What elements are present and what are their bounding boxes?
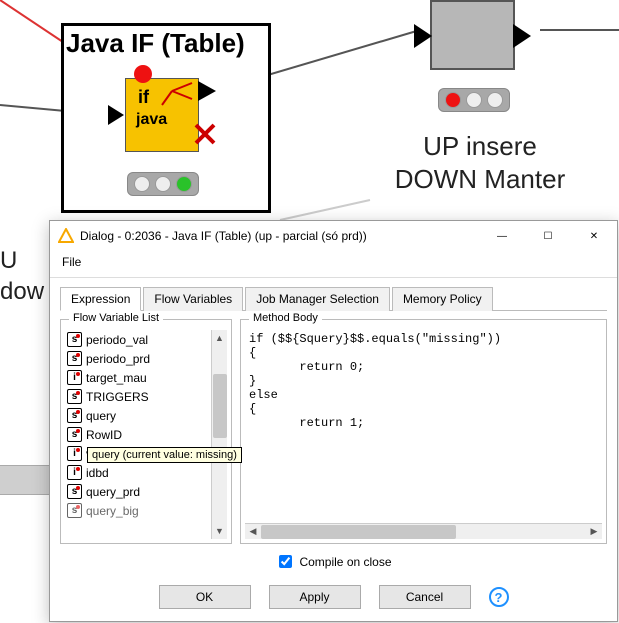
type-string-icon: s <box>67 408 82 423</box>
trunc-line2: dow <box>0 278 44 305</box>
dialog-menubar: File <box>50 251 617 277</box>
fv-name: query_prd <box>86 485 140 499</box>
flow-variable-item[interactable]: s RowID <box>65 425 211 444</box>
dialog-body: Expression Flow Variables Job Manager Se… <box>50 277 617 621</box>
scroll-track[interactable] <box>261 524 586 539</box>
javaif-port-in-icon <box>108 105 126 129</box>
compile-row: Compile on close <box>60 544 607 571</box>
fv-tooltip: query (current value: missing) <box>87 447 242 463</box>
flow-variable-items[interactable]: speriodo_val speriodo_prd itarget_mau sT… <box>65 330 211 539</box>
scroll-down-icon[interactable]: ▼ <box>215 523 224 539</box>
gray-node-label: UP insere DOWN Manter <box>370 130 590 195</box>
scroll-up-icon[interactable]: ▲ <box>215 330 224 346</box>
help-icon[interactable]: ? <box>489 587 509 607</box>
file-menu[interactable]: File <box>56 253 87 271</box>
flow-variable-list-legend: Flow Variable List <box>69 312 163 324</box>
dialog-button-row: OK Apply Cancel ? <box>60 571 607 621</box>
status-light-mid2 <box>155 176 171 192</box>
flow-variable-item[interactable]: s periodo_prd <box>65 349 211 368</box>
flow-variable-item[interactable]: iidbd <box>65 463 211 482</box>
tab-bar: Expression Flow Variables Job Manager Se… <box>60 286 607 311</box>
method-body-box: Method Body if ($${Squery}$$.equals("mis… <box>240 319 607 544</box>
tab-job-manager[interactable]: Job Manager Selection <box>245 287 390 311</box>
gray-node-label-line1: UP insere <box>423 131 537 161</box>
flow-variable-item[interactable]: i target_mau <box>65 368 211 387</box>
status-light-green <box>176 176 192 192</box>
compile-label: Compile on close <box>299 555 391 569</box>
gray-node-status-lights <box>438 88 510 112</box>
tab-memory-policy[interactable]: Memory Policy <box>392 287 493 311</box>
javaif-node-icon[interactable]: if java <box>125 78 199 152</box>
scroll-thumb[interactable] <box>213 374 227 438</box>
fv-name: RowID <box>86 428 122 442</box>
status-light-mid <box>466 92 482 108</box>
type-string-icon: s <box>67 503 82 518</box>
truncated-left-label: U dow <box>0 245 44 307</box>
knime-triangle-icon <box>58 228 74 244</box>
fv-name: periodo_prd <box>86 352 150 366</box>
trunc-line1: U <box>0 247 17 274</box>
port-out-icon <box>513 24 531 48</box>
method-body-legend: Method Body <box>249 312 322 324</box>
flow-variable-list-box: Flow Variable List speriodo_val speriodo… <box>60 319 232 544</box>
gray-node-label-line2: DOWN Manter <box>395 164 565 194</box>
fv-vertical-scrollbar[interactable]: ▲ ▼ <box>211 330 227 539</box>
compile-checkbox-input[interactable] <box>279 555 292 568</box>
scroll-thumb[interactable] <box>261 525 456 539</box>
status-light-left <box>134 176 150 192</box>
fv-name: periodo_val <box>86 333 148 347</box>
status-light-red <box>445 92 461 108</box>
type-string-icon: s <box>67 484 82 499</box>
gray-metanode[interactable] <box>430 0 515 70</box>
expression-panel: Flow Variable List s periodo_val s periodo… <box>60 311 607 544</box>
tab-expression[interactable]: Expression <box>60 287 141 311</box>
status-light-right <box>487 92 503 108</box>
scroll-right-icon[interactable]: ▶ <box>586 526 602 537</box>
ok-button[interactable]: OK <box>159 585 251 609</box>
scroll-track[interactable] <box>212 346 227 523</box>
window-buttons: — ☐ ✕ <box>479 221 617 251</box>
flow-variable-item[interactable]: s TRIGGERS <box>65 387 211 406</box>
fv-name: query_big <box>86 504 139 518</box>
type-string-icon: s <box>67 389 82 404</box>
javaif-node-title: Java IF (Table) <box>66 28 245 59</box>
port-in-icon <box>414 24 432 48</box>
javaif-status-lights <box>127 172 199 196</box>
flow-variable-item[interactable]: squery <box>65 406 211 425</box>
code-horizontal-scrollbar[interactable]: ◀ ▶ <box>245 523 602 539</box>
dialog-title: Dialog - 0:2036 - Java IF (Table) (up - … <box>80 229 479 243</box>
node-dialog: Dialog - 0:2036 - Java IF (Table) (up - … <box>49 220 618 622</box>
apply-button[interactable]: Apply <box>269 585 361 609</box>
flowvar-port-icon <box>134 65 152 83</box>
type-string-icon: s <box>67 427 82 442</box>
scroll-left-icon[interactable]: ◀ <box>245 526 261 537</box>
type-int-icon: i <box>67 446 82 461</box>
compile-on-close-checkbox[interactable]: Compile on close <box>275 552 391 571</box>
javaif-branch-icon <box>126 79 200 153</box>
flow-variable-item[interactable]: s query_prd <box>65 482 211 501</box>
code-textarea[interactable]: if ($${Squery}$$.equals("missing")) { re… <box>245 330 602 523</box>
minimize-button[interactable]: — <box>479 221 525 251</box>
fv-name: TRIGGERS <box>86 390 149 404</box>
fv-name: idbd <box>86 466 109 480</box>
maximize-button[interactable]: ☐ <box>525 221 571 251</box>
canvas-footer-strip <box>0 465 50 495</box>
type-int-icon: i <box>67 370 82 385</box>
javaif-port-out2-x-icon <box>194 123 218 147</box>
flow-variable-item[interactable]: s periodo_val <box>65 330 211 349</box>
fv-name: target_mau <box>86 371 147 385</box>
dialog-titlebar[interactable]: Dialog - 0:2036 - Java IF (Table) (up - … <box>50 221 617 251</box>
tab-flow-variables[interactable]: Flow Variables <box>143 287 243 311</box>
flow-variable-scroll: speriodo_val speriodo_prd itarget_mau sT… <box>65 330 227 539</box>
close-button[interactable]: ✕ <box>571 221 617 251</box>
javaif-port-out1-icon <box>198 81 218 105</box>
type-string-icon: s <box>67 351 82 366</box>
type-int-icon: i <box>67 465 82 480</box>
fv-name: query <box>86 409 116 423</box>
flow-variable-item[interactable]: s query_big <box>65 501 211 520</box>
type-string-icon: s <box>67 332 82 347</box>
cancel-button[interactable]: Cancel <box>379 585 471 609</box>
